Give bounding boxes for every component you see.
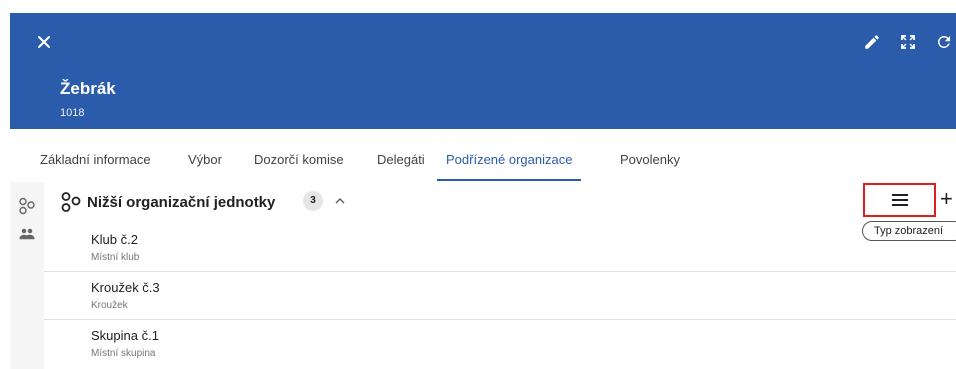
list-item[interactable]: Klub č.2 Místní klub [44, 224, 956, 272]
chevron-up-icon [335, 197, 345, 204]
org-structure-icon [19, 197, 35, 215]
collapse-button[interactable] [330, 191, 350, 211]
close-button[interactable] [34, 32, 54, 52]
tab-zakladni-informace[interactable]: Základní informace [40, 141, 151, 181]
rail-people-button[interactable] [15, 222, 39, 246]
list-item-title: Skupina č.1 [91, 328, 159, 343]
refresh-icon [937, 35, 950, 48]
org-structure-icon [61, 192, 81, 212]
page-subtitle: 1018 [60, 107, 85, 119]
menu-lines-icon [891, 194, 908, 206]
rail-org-units-button[interactable] [15, 194, 39, 218]
side-rail [10, 182, 44, 369]
list-item-subtitle: Kroužek [91, 300, 128, 311]
fullscreen-icon [901, 35, 915, 49]
tab-vybor[interactable]: Výbor [188, 141, 222, 181]
refresh-button[interactable] [932, 30, 956, 54]
list-item[interactable]: Skupina č.1 Místní skupina [44, 320, 956, 368]
list-item-title: Kroužek č.3 [91, 280, 160, 295]
list-item-subtitle: Místní klub [91, 252, 140, 263]
tab-delegati[interactable]: Delegáti [377, 141, 425, 181]
tab-povolenky[interactable]: Povolenky [620, 141, 680, 181]
org-unit-list: Klub č.2 Místní klub Kroužek č.3 Kroužek… [44, 224, 956, 368]
list-item-subtitle: Místní skupina [91, 348, 156, 359]
header-actions [848, 30, 956, 54]
section-header: Nižší organizační jednotky 3 [44, 182, 956, 224]
count-badge: 3 [303, 191, 323, 211]
tab-dozorci-komise[interactable]: Dozorčí komise [254, 141, 344, 181]
list-item-title: Klub č.2 [91, 232, 138, 247]
people-icon [19, 228, 35, 240]
detail-header: Žebrák 1018 [10, 13, 956, 129]
list-item[interactable]: Kroužek č.3 Kroužek [44, 272, 956, 320]
section-title: Nižší organizační jednotky [87, 194, 276, 211]
tab-bar: Základní informace Výbor Dozorčí komise … [10, 141, 956, 181]
page-title: Žebrák [60, 79, 116, 98]
edit-button[interactable] [860, 30, 884, 54]
add-button[interactable]: + [940, 188, 956, 212]
pencil-icon [865, 35, 879, 49]
view-type-button[interactable] [863, 183, 936, 217]
close-icon [38, 36, 50, 48]
tab-podrizene-organizace[interactable]: Podřízené organizace [437, 141, 582, 181]
fullscreen-button[interactable] [896, 30, 920, 54]
